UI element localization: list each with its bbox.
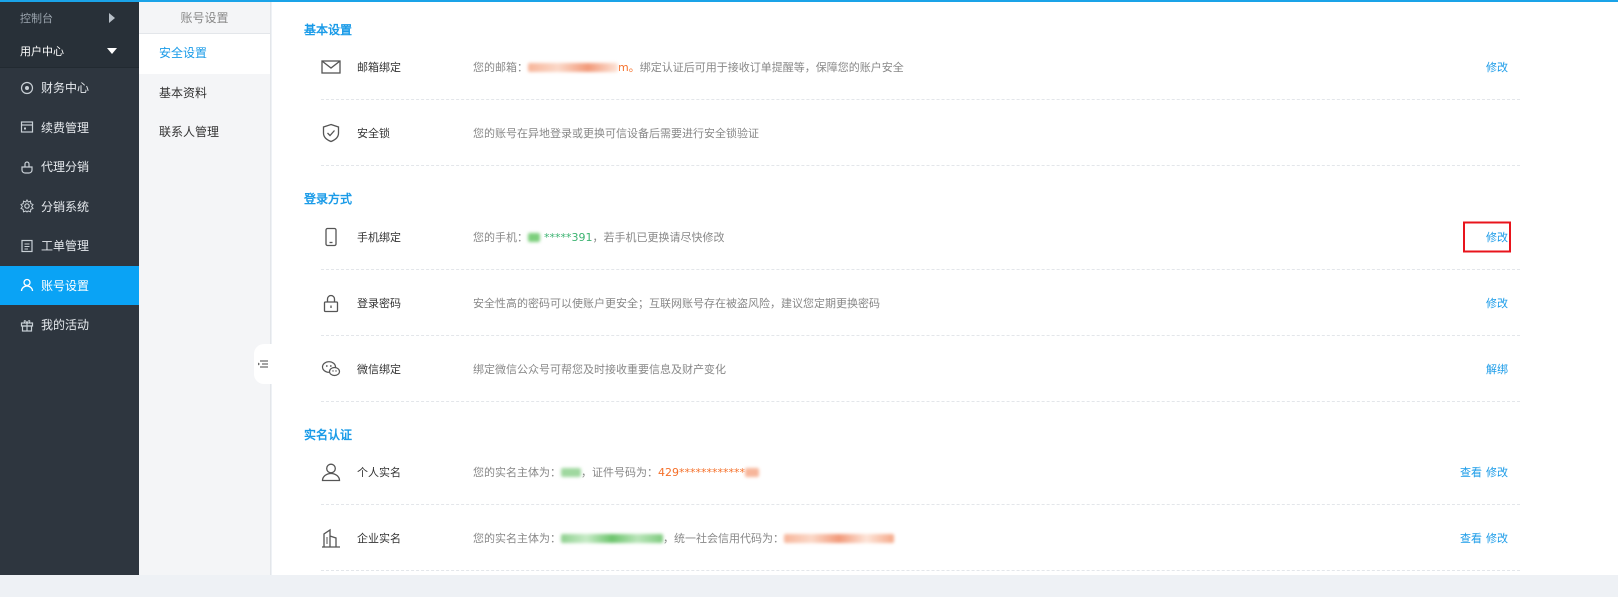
edit-company-link[interactable]: 修改 <box>1486 532 1508 545</box>
wechat-binding-row: 微信绑定 绑定微信公众号可帮您及时接收重要信息及财产变化 解绑 <box>321 336 1520 402</box>
company-desc-prefix: 您的实名主体为： <box>473 531 561 545</box>
row-description: 您的手机： *****391，若手机已更换请尽快修改 <box>473 229 725 245</box>
email-desc-prefix: 您的邮箱： <box>473 60 528 74</box>
mobile-phone-icon <box>325 227 337 246</box>
row-actions: 查看 修改 <box>1460 464 1508 480</box>
company-realname-row: 企业实名 您的实名主体为： ，统一社会信用代码为： 查看 修改 <box>321 505 1520 571</box>
row-description: 安全性高的密码可以使账户更安全；互联网账号存在被盗风险，建议您定期更换密码 <box>473 296 880 310</box>
view-company-link[interactable]: 查看 <box>1460 532 1482 545</box>
user-center-label: 用户中心 <box>20 44 64 58</box>
email-desc-suffix: 绑定认证后可用于接收订单提醒等，保障您的账户安全 <box>639 60 904 74</box>
agent-icon <box>21 161 33 174</box>
submenu-title: 账号设置 <box>139 2 270 34</box>
masked-phone: *****391 <box>544 230 593 244</box>
lock-icon <box>323 294 339 312</box>
personal-realname-row: 个人实名 您的实名主体为： ，证件号码为：429************ 查看 修改 <box>321 439 1520 505</box>
security-settings-panel: 基本设置 邮箱绑定 您的邮箱： m。绑定认证后可用于接收订单提醒等，保障您的账户安… <box>272 2 1566 575</box>
masked-company-name <box>561 534 663 543</box>
sidebar-item-label: 分销系统 <box>41 199 90 214</box>
right-gutter <box>1566 2 1618 575</box>
sidebar-item-finance[interactable]: 财务中心 <box>0 68 139 108</box>
row-description: 您的邮箱： m。绑定认证后可用于接收订单提醒等，保障您的账户安全 <box>473 59 904 75</box>
sidebar-item-renewal[interactable]: 续费管理 <box>0 108 139 148</box>
chevron-down-icon <box>107 47 117 54</box>
account-settings-menu: 账号设置 安全设置 基本资料 联系人管理 <box>139 2 271 592</box>
user-center-toggle[interactable]: 用户中心 <box>0 34 139 68</box>
row-description: 您的账号在异地登录或更换可信设备后需要进行安全锁验证 <box>473 126 759 140</box>
sidebar-item-label: 账号设置 <box>41 278 90 293</box>
unbind-wechat-link[interactable]: 解绑 <box>1486 363 1508 376</box>
sidebar-item-account-settings[interactable]: 账号设置 <box>0 265 139 305</box>
masked-phone-prefix <box>528 233 540 242</box>
login-password-row: 登录密码 安全性高的密码可以使账户更安全；互联网账号存在被盗风险，建议您定期更换… <box>321 270 1520 336</box>
sidebar-item-label: 我的活动 <box>41 318 90 333</box>
building-icon <box>322 528 340 548</box>
masked-id-tail <box>745 468 759 477</box>
row-actions: 修改 <box>1486 295 1508 311</box>
main-sidebar: 控制台 用户中心 财务中心 续费管理 代理分销 分销系统 工单管理 账号设置 我… <box>0 2 139 592</box>
submenu-item-contacts[interactable]: 联系人管理 <box>139 113 270 153</box>
row-name: 安全锁 <box>357 126 390 140</box>
row-description: 绑定微信公众号可帮您及时接收重要信息及财产变化 <box>473 362 726 376</box>
sidebar-item-label: 工单管理 <box>41 239 90 254</box>
row-actions: 修改 <box>1486 59 1508 75</box>
sidebar-item-distribution[interactable]: 分销系统 <box>0 187 139 227</box>
edit-email-link[interactable]: 修改 <box>1486 61 1508 74</box>
row-name: 个人实名 <box>357 465 401 479</box>
user-icon <box>20 279 34 292</box>
ticket-icon <box>21 239 33 252</box>
sidebar-item-activities[interactable]: 我的活动 <box>0 305 139 345</box>
row-name: 企业实名 <box>357 531 401 545</box>
person-icon <box>321 463 341 481</box>
sidebar-item-label: 财务中心 <box>41 81 90 96</box>
row-description: 您的实名主体为： ，统一社会信用代码为： <box>473 530 894 546</box>
masked-email <box>528 63 618 72</box>
sidebar-item-label: 代理分销 <box>41 160 90 175</box>
collapse-menu-button[interactable] <box>254 344 272 384</box>
console-label: 控制台 <box>20 12 53 25</box>
sidebar-item-label: 续费管理 <box>41 120 90 135</box>
row-name: 微信绑定 <box>357 362 401 376</box>
email-binding-row: 邮箱绑定 您的邮箱： m。绑定认证后可用于接收订单提醒等，保障您的账户安全 修改 <box>321 34 1520 100</box>
edit-password-link[interactable]: 修改 <box>1486 297 1508 310</box>
security-lock-row: 安全锁 您的账号在异地登录或更换可信设备后需要进行安全锁验证 <box>321 100 1520 166</box>
company-desc-mid: ，统一社会信用代码为： <box>663 531 784 545</box>
personal-desc-prefix: 您的实名主体为： <box>473 465 561 479</box>
highlight-box <box>1463 221 1511 252</box>
row-name: 邮箱绑定 <box>357 60 401 74</box>
masked-credit-code <box>784 534 894 543</box>
row-name: 登录密码 <box>357 296 401 310</box>
gear-icon <box>20 199 34 213</box>
bottom-strip <box>0 575 1618 597</box>
row-description: 您的实名主体为： ，证件号码为：429************ <box>473 464 759 480</box>
wechat-icon <box>321 360 341 376</box>
submenu-item-security[interactable]: 安全设置 <box>139 34 270 74</box>
mail-icon <box>321 59 341 74</box>
row-name: 手机绑定 <box>357 230 401 244</box>
edit-personal-link[interactable]: 修改 <box>1486 466 1508 479</box>
masked-name <box>561 468 581 477</box>
phone-desc-suffix: ，若手机已更换请尽快修改 <box>592 230 725 244</box>
row-actions: 查看 修改 <box>1460 530 1508 546</box>
row-actions: 解绑 <box>1486 361 1508 377</box>
sidebar-item-agent[interactable]: 代理分销 <box>0 147 139 187</box>
menu-collapse-icon <box>258 360 268 368</box>
console-link[interactable]: 控制台 <box>0 2 139 34</box>
gift-icon <box>20 319 34 332</box>
email-tail: m。 <box>618 60 640 74</box>
phone-binding-row: 手机绑定 您的手机： *****391，若手机已更换请尽快修改 修改 <box>321 204 1520 270</box>
finance-icon <box>20 81 34 94</box>
view-personal-link[interactable]: 查看 <box>1460 466 1482 479</box>
phone-desc-prefix: 您的手机： <box>473 230 528 244</box>
submenu-item-profile[interactable]: 基本资料 <box>139 74 270 114</box>
masked-id-number: 429************ <box>658 465 745 479</box>
sidebar-item-tickets[interactable]: 工单管理 <box>0 226 139 266</box>
renewal-icon <box>20 121 34 133</box>
personal-desc-mid: ，证件号码为： <box>581 465 658 479</box>
chevron-right-icon <box>109 13 115 23</box>
shield-icon <box>322 123 340 142</box>
